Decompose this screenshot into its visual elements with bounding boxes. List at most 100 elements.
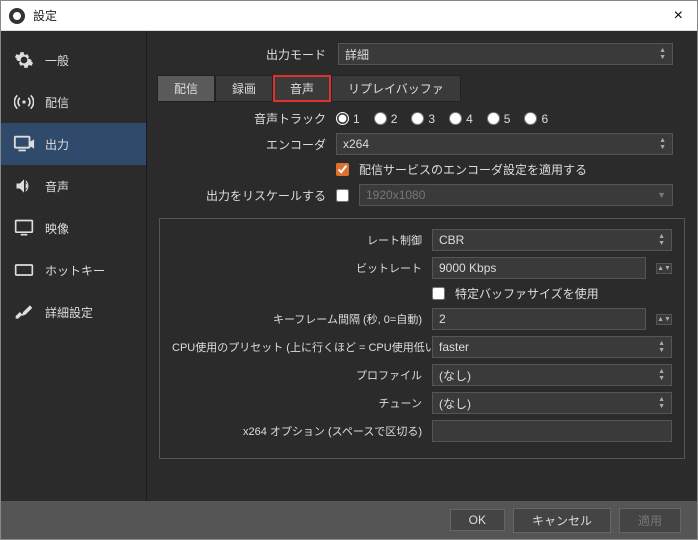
ok-button[interactable]: OK (450, 509, 505, 531)
encoder-label: エンコーダ (171, 136, 326, 153)
track-radio-2[interactable]: 2 (374, 112, 398, 126)
tab-audio[interactable]: 音声 (273, 75, 331, 102)
audio-track-label: 音声トラック (171, 110, 326, 127)
audio-track-row: 音声トラック 1 2 3 4 5 6 (171, 110, 673, 127)
tab-replay[interactable]: リプレイバッファ (331, 75, 461, 102)
sidebar-item-advanced[interactable]: 詳細設定 (1, 291, 146, 333)
sidebar-item-label: 映像 (45, 220, 69, 237)
keyframe-row: キーフレーム間隔 (秒, 0=自動) ▲▼ (172, 308, 672, 330)
buffer-size-row: 特定バッファサイズを使用 (172, 285, 672, 302)
titlebar: 設定 × (1, 1, 697, 31)
tune-row: チューン (なし) ▲▼ (172, 392, 672, 414)
apply-button[interactable]: 適用 (619, 508, 681, 533)
cpu-preset-label: CPU使用のプリセット (上に行くほど = CPU使用低い) (172, 339, 422, 355)
updown-icon: ▲▼ (658, 396, 665, 410)
keyframe-spinner[interactable]: ▲▼ (656, 314, 672, 325)
rescale-checkbox[interactable] (336, 189, 349, 202)
rate-control-value: CBR (439, 233, 464, 247)
profile-row: プロファイル (なし) ▲▼ (172, 364, 672, 386)
bitrate-label: ビットレート (172, 260, 422, 276)
x264-opts-input[interactable] (432, 420, 672, 442)
rescale-row: 出力をリスケールする 1920x1080 ▼ (171, 184, 673, 206)
sidebar-item-label: ホットキー (45, 262, 105, 279)
cpu-preset-value: faster (439, 340, 469, 354)
chevron-down-icon: ▼ (657, 190, 666, 200)
track-radio-6[interactable]: 6 (524, 112, 548, 126)
output-icon (13, 133, 35, 155)
cancel-button[interactable]: キャンセル (513, 508, 611, 533)
x264-opts-row: x264 オプション (スペースで区切る) (172, 420, 672, 442)
monitor-icon (13, 217, 35, 239)
cpu-preset-select[interactable]: faster ▲▼ (432, 336, 672, 358)
rate-control-row: レート制御 CBR ▲▼ (172, 229, 672, 251)
window-body: 一般 配信 出力 音声 映像 ホットキー (1, 31, 697, 501)
output-mode-label: 出力モード (171, 46, 326, 63)
broadcast-icon (13, 91, 35, 113)
form: 音声トラック 1 2 3 4 5 6 エンコーダ x264 ▲▼ (147, 102, 697, 214)
apply-encoder-row: 配信サービスのエンコーダ設定を適用する (171, 161, 673, 178)
close-button[interactable]: × (668, 7, 689, 25)
sidebar-item-label: 詳細設定 (45, 304, 93, 321)
sidebar-item-video[interactable]: 映像 (1, 207, 146, 249)
sidebar-item-output[interactable]: 出力 (1, 123, 146, 165)
keyframe-input[interactable] (432, 308, 646, 330)
cpu-preset-row: CPU使用のプリセット (上に行くほど = CPU使用低い) faster ▲▼ (172, 336, 672, 358)
tab-stream[interactable]: 配信 (157, 75, 215, 102)
x264-opts-label: x264 オプション (スペースで区切る) (172, 423, 422, 439)
buffer-size-checkbox[interactable] (432, 287, 445, 300)
speaker-icon (13, 175, 35, 197)
sidebar-item-stream[interactable]: 配信 (1, 81, 146, 123)
bitrate-row: ビットレート ▲▼ (172, 257, 672, 279)
updown-icon: ▲▼ (658, 368, 665, 382)
apply-encoder-checkbox[interactable] (336, 163, 349, 176)
gear-icon (13, 49, 35, 71)
encoder-select[interactable]: x264 ▲▼ (336, 133, 673, 155)
tune-label: チューン (172, 395, 422, 411)
keyboard-icon (13, 259, 35, 281)
encoder-settings-box: レート制御 CBR ▲▼ ビットレート ▲▼ 特定バッファサイズを使用 (159, 218, 685, 459)
tools-icon (13, 301, 35, 323)
apply-encoder-label: 配信サービスのエンコーダ設定を適用する (359, 161, 587, 178)
track-radio-1[interactable]: 1 (336, 112, 360, 126)
sidebar-item-general[interactable]: 一般 (1, 39, 146, 81)
output-mode-select[interactable]: 詳細 ▲▼ (338, 43, 673, 65)
sidebar-item-hotkeys[interactable]: ホットキー (1, 249, 146, 291)
updown-icon: ▲▼ (658, 340, 665, 354)
output-mode-value: 詳細 (345, 46, 369, 63)
profile-label: プロファイル (172, 367, 422, 383)
track-radio-5[interactable]: 5 (487, 112, 511, 126)
settings-window: 設定 × 一般 配信 出力 音声 映像 (0, 0, 698, 540)
profile-select[interactable]: (なし) ▲▼ (432, 364, 672, 386)
sidebar-item-label: 出力 (45, 136, 69, 153)
sidebar-item-label: 配信 (45, 94, 69, 111)
rate-control-label: レート制御 (172, 232, 422, 248)
track-radio-3[interactable]: 3 (411, 112, 435, 126)
profile-value: (なし) (439, 367, 471, 384)
tabs: 配信 録画 音声 リプレイバッファ (147, 75, 697, 102)
updown-icon: ▲▼ (659, 47, 666, 61)
track-radio-4[interactable]: 4 (449, 112, 473, 126)
rate-control-select[interactable]: CBR ▲▼ (432, 229, 672, 251)
keyframe-label: キーフレーム間隔 (秒, 0=自動) (172, 311, 422, 327)
sidebar: 一般 配信 出力 音声 映像 ホットキー (1, 31, 147, 501)
rescale-value: 1920x1080 (366, 188, 425, 202)
footer: OK キャンセル 適用 (1, 501, 697, 539)
bitrate-input[interactable] (432, 257, 646, 279)
updown-icon: ▲▼ (659, 137, 666, 151)
output-mode-row: 出力モード 詳細 ▲▼ (147, 31, 697, 75)
encoder-value: x264 (343, 137, 369, 151)
window-title: 設定 (33, 7, 668, 24)
rescale-select[interactable]: 1920x1080 ▼ (359, 184, 673, 206)
tune-select[interactable]: (なし) ▲▼ (432, 392, 672, 414)
tune-value: (なし) (439, 395, 471, 412)
app-icon (9, 8, 25, 24)
audio-track-radios: 1 2 3 4 5 6 (336, 112, 548, 126)
updown-icon: ▲▼ (658, 233, 665, 247)
sidebar-item-label: 音声 (45, 178, 69, 195)
buffer-size-label: 特定バッファサイズを使用 (455, 285, 599, 302)
content: 出力モード 詳細 ▲▼ 配信 録画 音声 リプレイバッファ 音声トラック 1 2 (147, 31, 697, 501)
sidebar-item-audio[interactable]: 音声 (1, 165, 146, 207)
rescale-label: 出力をリスケールする (171, 187, 326, 204)
bitrate-spinner[interactable]: ▲▼ (656, 263, 672, 274)
tab-record[interactable]: 録画 (215, 75, 273, 102)
